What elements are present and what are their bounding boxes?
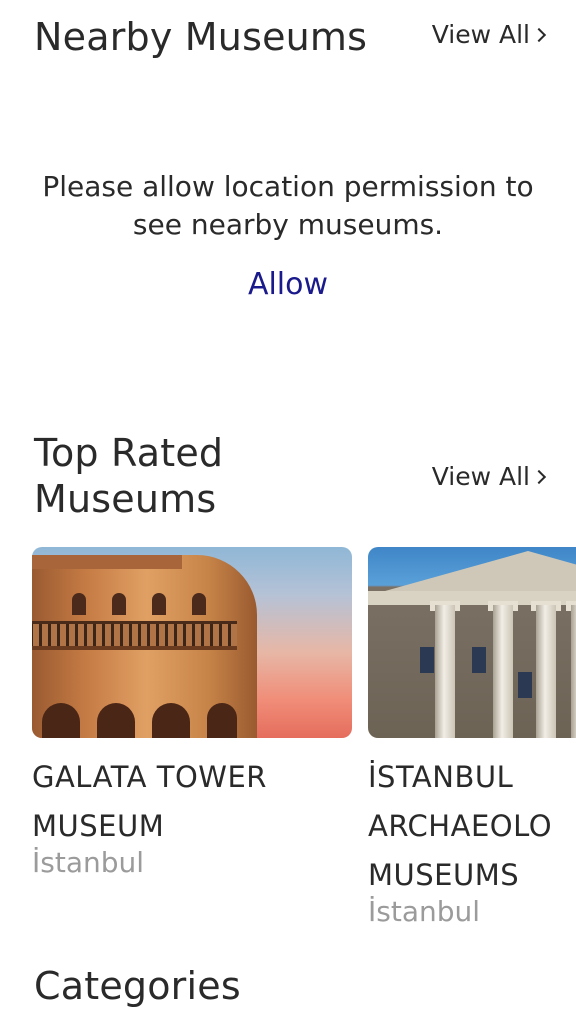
museum-card-archaeology[interactable]: İSTANBUL ARCHAEOLO MUSEUMS İstanbul: [368, 547, 576, 928]
museum-city: İstanbul: [32, 846, 145, 879]
tower-shape: [32, 555, 257, 738]
museum-name: İSTANBUL ARCHAEOLO MUSEUMS: [368, 760, 553, 892]
column: [493, 605, 513, 738]
permission-message: Please allow location permission to see …: [42, 170, 534, 241]
building-window: [420, 647, 434, 673]
tower-window: [192, 593, 206, 615]
column: [435, 605, 455, 738]
museum-city: İstanbul: [368, 895, 481, 928]
view-all-label: View All: [431, 19, 530, 49]
top-rated-museums-header: Top Rated Museums View All: [34, 430, 547, 522]
tower-arch: [42, 703, 80, 738]
nearby-view-all-button[interactable]: View All: [431, 19, 547, 49]
tower-arch: [97, 703, 135, 738]
tower-arch: [152, 703, 190, 738]
top-rated-carousel[interactable]: GALATA TOWER MUSEUM İstanbul İSTANBUL AR…: [32, 547, 576, 947]
building-window: [518, 672, 532, 698]
museum-card-galata[interactable]: GALATA TOWER MUSEUM İstanbul: [32, 547, 352, 879]
categories-title: Categories: [34, 964, 241, 1008]
view-all-label: View All: [431, 461, 530, 491]
tower-window: [152, 593, 166, 615]
tower-roof: [32, 555, 182, 569]
chevron-right-icon: [531, 469, 547, 484]
column: [571, 605, 576, 738]
tower-balcony: [32, 621, 237, 650]
location-permission-prompt: Please allow location permission to see …: [0, 168, 576, 302]
building-window: [472, 647, 486, 673]
column: [536, 605, 556, 738]
nearby-museums-title: Nearby Museums: [34, 15, 368, 59]
categories-header: Categories: [34, 963, 544, 1009]
top-rated-view-all-button[interactable]: View All: [431, 461, 547, 491]
tower-window: [72, 593, 86, 615]
tower-arch: [207, 703, 237, 738]
tower-window: [112, 593, 126, 615]
museum-image-galata-tower: [32, 547, 352, 738]
allow-location-button[interactable]: Allow: [248, 267, 328, 302]
chevron-right-icon: [531, 27, 547, 42]
museum-name: GALATA TOWER MUSEUM: [32, 760, 267, 843]
building-pediment: [378, 551, 576, 593]
museum-image-archaeology: [368, 547, 576, 738]
nearby-museums-header: Nearby Museums View All: [34, 14, 547, 60]
top-rated-museums-title: Top Rated Museums: [34, 431, 224, 521]
